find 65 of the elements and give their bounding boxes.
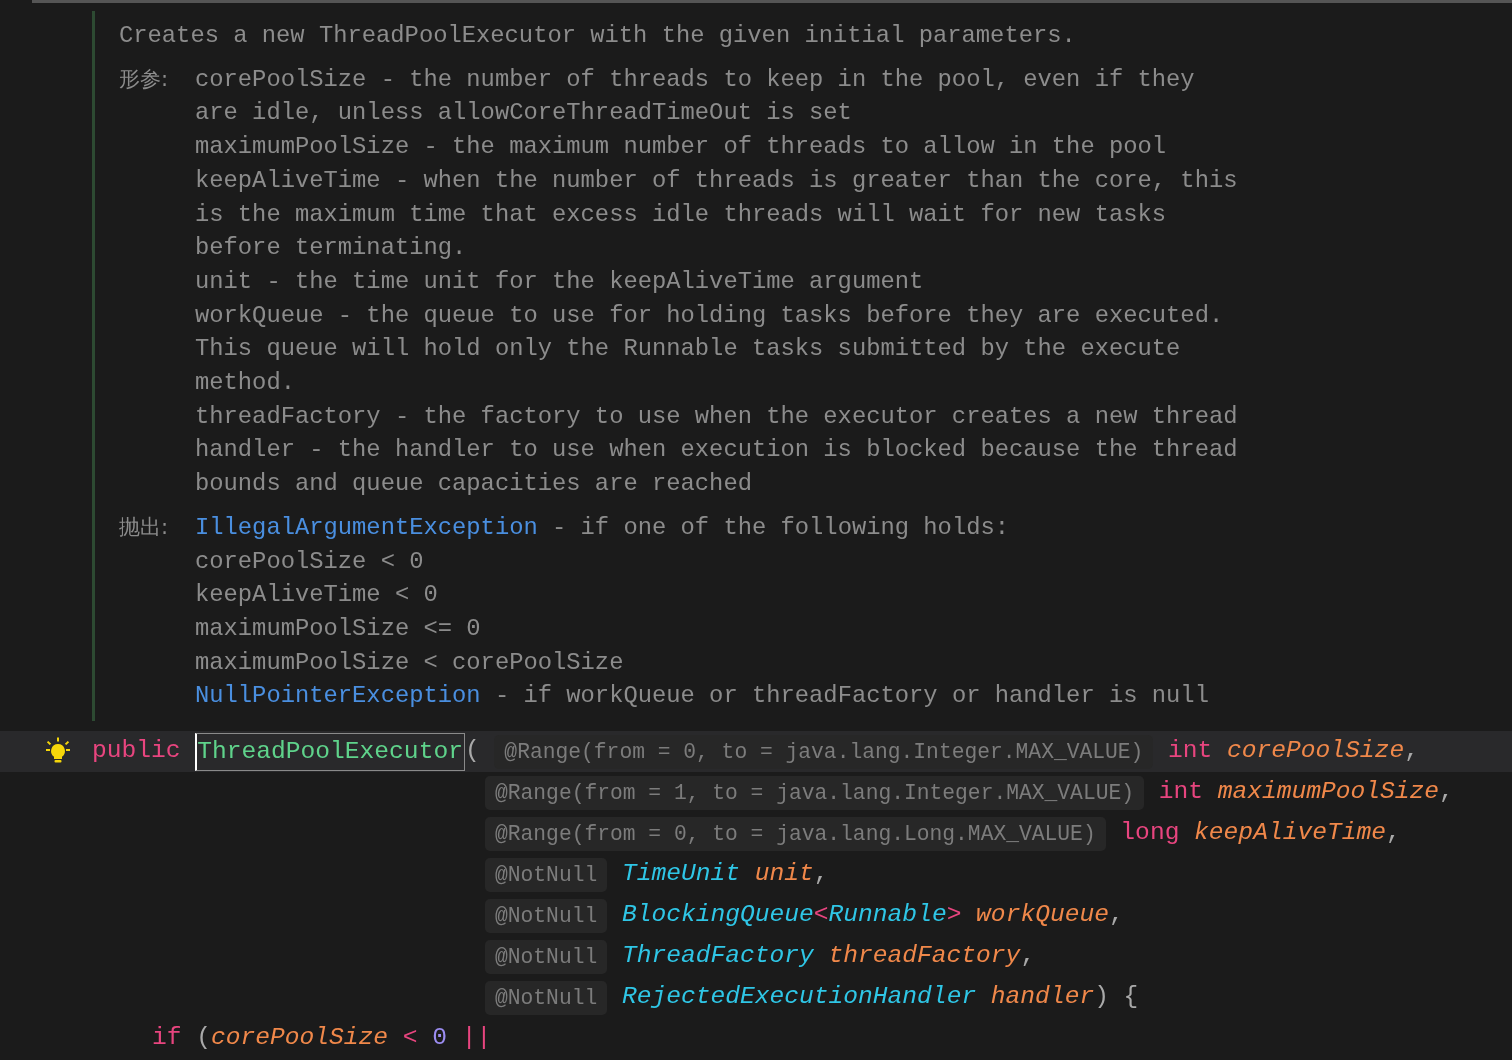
parameter-name: corePoolSize xyxy=(1226,736,1405,767)
type-name: BlockingQueue xyxy=(620,900,814,931)
parameter-name: keepAliveTime xyxy=(1193,818,1386,849)
doc-text: keepAliveTime - when the number of threads is greater than the core, this xyxy=(195,166,1238,194)
type-name: Runnable xyxy=(828,900,947,931)
punctuation: ( xyxy=(195,1023,211,1054)
doc-text: corePoolSize - the number of threads to keep in the pool, even if they xyxy=(195,65,1195,93)
doc-text: maximumPoolSize <= 0 xyxy=(195,614,481,642)
exception-link[interactable]: IllegalArgumentException xyxy=(195,513,538,541)
annotation-hint: @NotNull xyxy=(485,939,608,974)
punctuation: , xyxy=(813,859,829,890)
doc-text: workQueue - the queue to use for holding tasks before they are executed. xyxy=(195,301,1224,329)
punctuation: , xyxy=(1385,818,1401,849)
doc-text: bounds and queue capacities are reached xyxy=(195,470,752,498)
keyword: int xyxy=(1167,736,1213,767)
operator: > xyxy=(946,900,962,931)
doc-summary: Creates a new ThreadPoolExecutor with the given initial parameters. xyxy=(119,21,1077,51)
keyword: long xyxy=(1119,818,1180,849)
exception-link[interactable]: NullPointerException xyxy=(195,682,481,710)
keyword: int xyxy=(1157,777,1203,808)
operator: || xyxy=(460,1023,492,1054)
parameter-name: workQueue xyxy=(975,900,1109,931)
doc-text: handler - the handler to use when execution is blocked because the thread xyxy=(195,436,1238,464)
parameter-name: threadFactory xyxy=(827,941,1021,972)
doc-text: corePoolSize < 0 xyxy=(195,547,424,575)
operator: < xyxy=(401,1023,418,1054)
punctuation: , xyxy=(1404,736,1419,767)
doc-text: before terminating. xyxy=(195,234,467,262)
doc-text: - if workQueue or threadFactory or handler is null xyxy=(494,682,1209,710)
doc-text: is the maximum time that excess idle threads will wait for new tasks xyxy=(195,200,1167,228)
annotation-hint: @Range(from = 0, to = java.lang.Integer.MAX_VALUE) xyxy=(494,734,1154,769)
number-literal: 0 xyxy=(431,1023,447,1054)
doc-text: This queue will hold only the Runnable tasks submitted by the execute xyxy=(195,335,1181,363)
doc-text: maximumPoolSize - the maximum number of threads to allow in the pool xyxy=(195,133,1167,161)
doc-text: are idle, unless allowCoreThreadTimeOut is set xyxy=(195,99,852,127)
type-name: ThreadFactory xyxy=(620,941,814,972)
punctuation: , xyxy=(1108,900,1124,931)
annotation-hint: @Range(from = 0, to = java.lang.Long.MAX_VALUE) xyxy=(485,816,1106,851)
doc-text: keepAliveTime < 0 xyxy=(195,581,438,609)
section-label: 抛出: xyxy=(119,514,169,539)
parameter-name: handler xyxy=(989,982,1095,1013)
parameter-name: corePoolSize xyxy=(211,1023,389,1054)
doc-text: method. xyxy=(195,369,295,397)
type-name: RejectedExecutionHandler xyxy=(620,982,977,1013)
parameter-name: maximumPoolSize xyxy=(1216,777,1440,808)
doc-text: threadFactory - the factory to use when the executor creates a new thread xyxy=(195,402,1238,430)
annotation-hint: @Range(from = 1, to = java.lang.Integer.MAX_VALUE) xyxy=(485,775,1144,810)
annotation-hint: @NotNull xyxy=(485,898,608,933)
doc-text: maximumPoolSize < corePoolSize xyxy=(195,648,624,676)
doc-text: - if one of the following holds: xyxy=(552,513,1009,541)
keyword: public xyxy=(92,736,181,767)
section-label: 形参: xyxy=(119,66,169,91)
punctuation: ( xyxy=(464,736,480,767)
keyword: if xyxy=(152,1023,182,1054)
parameter-name: unit xyxy=(753,859,814,890)
annotation-hint: @NotNull xyxy=(485,857,608,892)
punctuation: , xyxy=(1020,941,1036,972)
punctuation: ) xyxy=(1094,982,1109,1013)
constructor-name: ThreadPoolExecutor xyxy=(195,732,465,771)
punctuation: { xyxy=(1122,982,1139,1013)
punctuation: , xyxy=(1439,777,1454,808)
doc-text: unit - the time unit for the keepAliveTime argument xyxy=(195,267,924,295)
operator: < xyxy=(813,900,829,931)
annotation-hint: @NotNull xyxy=(485,980,608,1015)
type-name: TimeUnit xyxy=(620,859,740,890)
